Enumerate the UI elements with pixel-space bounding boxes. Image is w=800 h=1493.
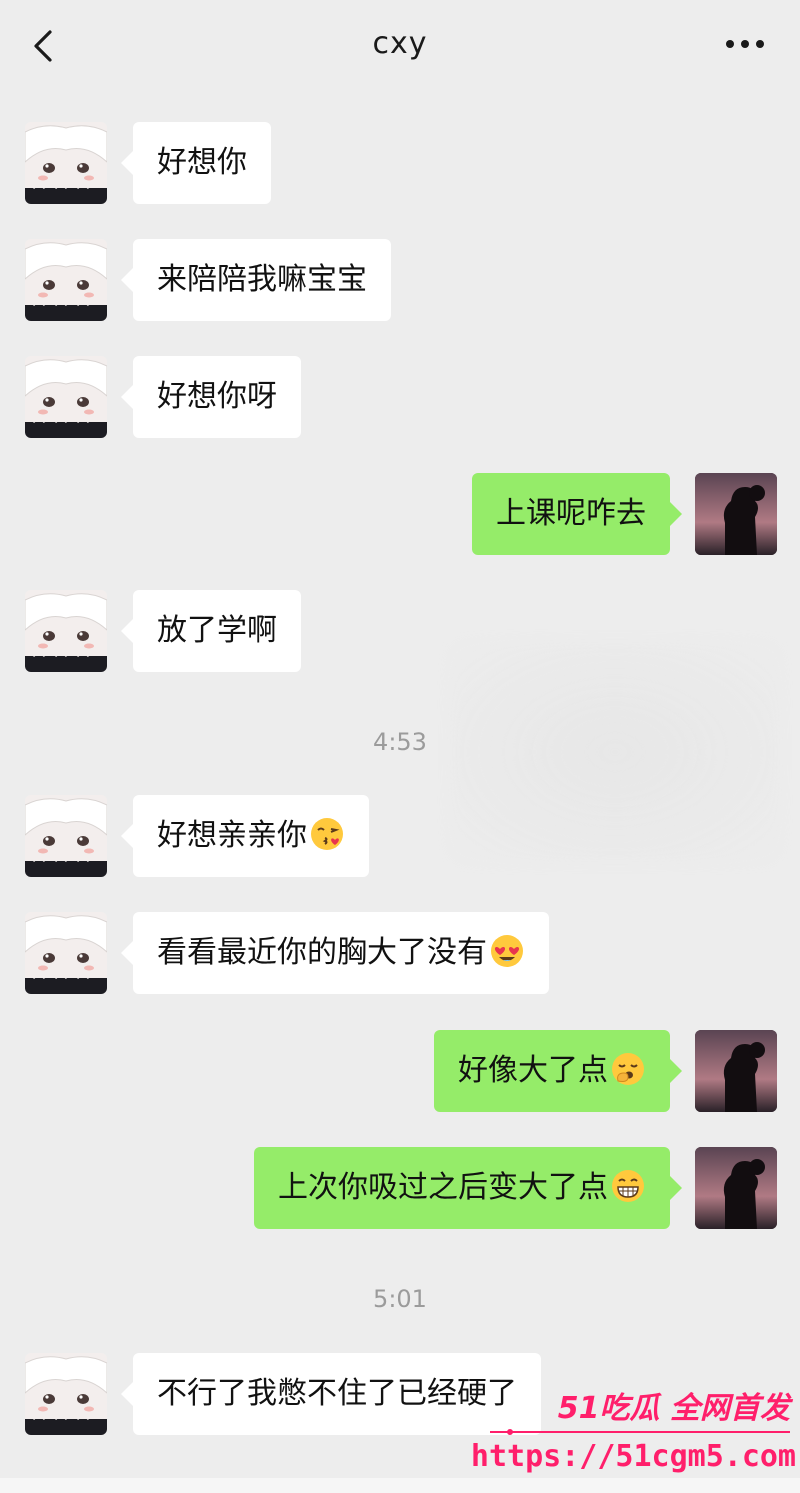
message-bubble-incoming[interactable]: 好想你 (121, 122, 271, 204)
message-bubble-incoming[interactable]: 看看最近你的胸大了没有 (121, 912, 549, 994)
my-avatar[interactable] (695, 473, 777, 555)
yawning-face-icon (612, 1052, 644, 1085)
message-text: 不行了我憋不住了已经硬了 (157, 1376, 517, 1411)
my-avatar[interactable] (695, 1030, 777, 1112)
watermark: 51吃瓜 全网首发 https://51cgm5.com (471, 1383, 800, 1493)
message-text: 上次你吸过之后变大了点 (278, 1170, 608, 1205)
contact-avatar[interactable] (25, 239, 107, 321)
contact-avatar[interactable] (25, 795, 107, 877)
contact-avatar[interactable] (25, 356, 107, 438)
message-text: 放了学啊 (157, 613, 277, 648)
kissing-face-icon (311, 817, 343, 850)
contact-avatar[interactable] (25, 122, 107, 204)
watermark-url: https://51cgm5.com (470, 1439, 796, 1474)
contact-avatar[interactable] (25, 1353, 107, 1435)
watermark-underline (490, 1429, 790, 1435)
message-bubble-incoming[interactable]: 好想你呀 (121, 356, 301, 438)
chat-title: cxy (372, 26, 428, 61)
message-bubble-incoming[interactable]: 好想亲亲你 (121, 795, 369, 877)
message-bubble-outgoing[interactable]: 好像大了点 (434, 1030, 682, 1112)
contact-avatar[interactable] (25, 912, 107, 994)
message-bubble-incoming[interactable]: 放了学啊 (121, 590, 301, 672)
message-text: 好想你 (157, 145, 247, 180)
message-text: 来陪陪我嘛宝宝 (157, 262, 367, 297)
timestamp: 4:53 (373, 728, 427, 756)
more-options-icon[interactable] (726, 40, 766, 50)
chat-area[interactable]: 好想你 来陪陪我嘛宝宝 好想你呀 上课呢咋去 放了学啊 4:53 好想亲亲你 看… (0, 92, 800, 1493)
message-bubble-outgoing[interactable]: 上次你吸过之后变大了点 (254, 1147, 682, 1229)
heart-eyes-icon (491, 934, 523, 967)
grinning-face-icon (612, 1169, 644, 1202)
contact-avatar[interactable] (25, 590, 107, 672)
message-text: 上课呢咋去 (496, 496, 646, 531)
message-bubble-outgoing[interactable]: 上课呢咋去 (472, 473, 682, 555)
timestamp: 5:01 (373, 1285, 427, 1313)
message-bubble-incoming[interactable]: 来陪陪我嘛宝宝 (121, 239, 391, 321)
message-text: 好想你呀 (157, 379, 277, 414)
message-text: 看看最近你的胸大了没有 (157, 935, 487, 970)
watermark-title: 51吃瓜 全网首发 (557, 1391, 790, 1426)
chat-header: cxy (0, 0, 800, 92)
message-text: 好像大了点 (458, 1053, 608, 1088)
message-text: 好想亲亲你 (157, 818, 307, 853)
my-avatar[interactable] (695, 1147, 777, 1229)
message-bubble-incoming[interactable]: 不行了我憋不住了已经硬了 (121, 1353, 541, 1435)
